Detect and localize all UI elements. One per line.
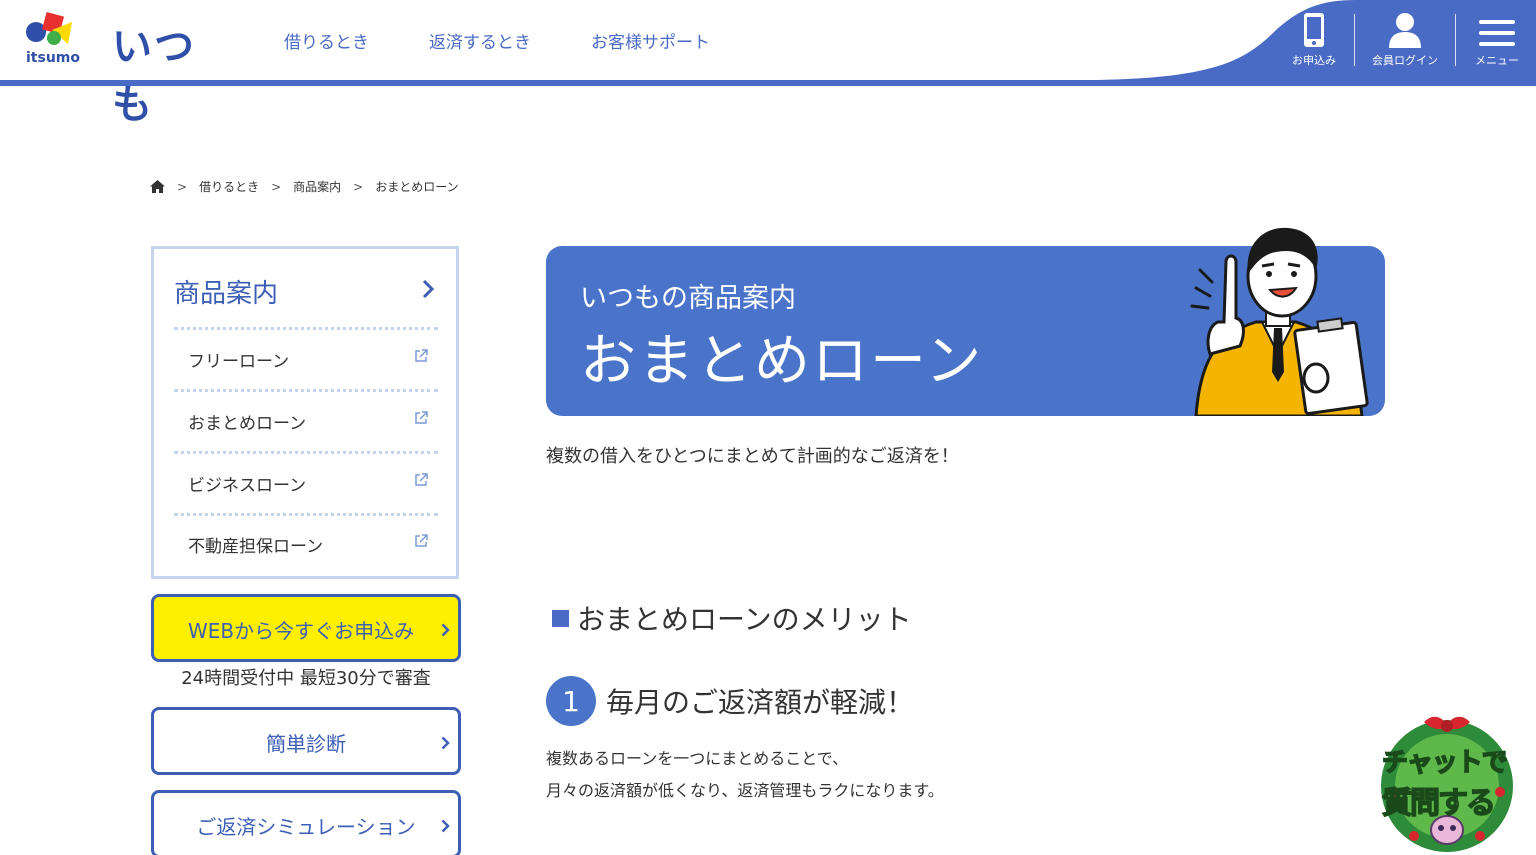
merit-point-title: 毎月のご返済額が軽減！ [606, 686, 915, 719]
sidebar-item-label: 不動産担保ローン [188, 537, 324, 557]
merit-point-number: 1 [546, 676, 596, 726]
sidebar-item-business-loan[interactable]: ビジネスローン [174, 453, 438, 513]
external-link-icon [415, 473, 428, 486]
smartphone-icon [1304, 13, 1324, 47]
apply-label: お申込み [1292, 54, 1336, 67]
header-bottom-bar [0, 80, 1536, 86]
simulation-label: ご返済シミュレーション [196, 815, 416, 839]
sidebar-product-menu: 商品案内 フリーローン おまとめローン ビジネスローン 不動産担保ローン [151, 246, 459, 579]
chevron-right-icon[interactable] [422, 279, 434, 299]
heading-square-icon [552, 609, 569, 627]
external-link-icon [415, 534, 428, 547]
merit-heading-text: おまとめローンのメリット [577, 603, 912, 636]
header-divider [1354, 14, 1355, 66]
site-logo[interactable]: itsumo いつも [24, 8, 234, 128]
breadcrumb-separator: > [271, 179, 282, 194]
breadcrumb-products[interactable]: 商品案内 [293, 178, 341, 195]
repayment-simulation-button[interactable]: ご返済シミュレーション [151, 790, 461, 855]
logo-subtext: itsumo [26, 50, 80, 66]
merit-description-line: 複数あるローンを一つにまとめることで、 [546, 749, 849, 768]
nav-support[interactable]: お客様サポート [591, 28, 710, 53]
nav-borrow[interactable]: 借りるとき [284, 28, 369, 53]
hero-banner: いつもの商品案内 おまとめローン [546, 227, 1385, 416]
merit-heading: おまとめローンのメリット [552, 598, 912, 638]
chevron-right-icon [441, 819, 450, 833]
hero-title: おまとめローン [580, 329, 984, 394]
login-button[interactable]: 会員ログイン [1360, 10, 1450, 70]
breadcrumb-borrow[interactable]: 借りるとき [199, 178, 259, 195]
breadcrumb-separator: > [177, 179, 188, 194]
sidebar-item-label: フリーローン [188, 352, 290, 372]
external-link-icon [415, 411, 428, 424]
person-icon [1389, 13, 1421, 48]
web-apply-note: 24時間受付中 最短30分で審査 [181, 668, 431, 689]
hero-subtitle: いつもの商品案内 [580, 283, 796, 314]
web-apply-label: WEBから今すぐお申込み [188, 619, 415, 643]
breadcrumb-separator: > [353, 179, 364, 194]
breadcrumb: > 借りるとき > 商品案内 > おまとめローン [150, 178, 459, 195]
sidebar-title[interactable]: 商品案内 [174, 273, 278, 310]
chat-question-button[interactable]: チャットで 質問する [1374, 712, 1520, 855]
site-header: itsumo いつも 借りるとき 返済するとき お客様サポート お申込み 会員ロ… [0, 0, 1536, 128]
home-icon[interactable] [150, 180, 165, 193]
merit-point: 1 毎月のご返済額が軽減！ [546, 676, 914, 726]
logo-shapes-icon [26, 11, 72, 45]
chevron-right-icon [441, 736, 450, 750]
external-link-icon [415, 349, 428, 362]
apply-button[interactable]: お申込み [1269, 10, 1359, 70]
chevron-right-icon [441, 623, 450, 637]
businessman-illustration [1190, 227, 1369, 416]
diagnosis-label: 簡単診断 [266, 732, 346, 756]
hamburger-icon [1479, 20, 1515, 46]
chat-line2: 質問する [1381, 785, 1497, 822]
sidebar-item-real-estate-loan[interactable]: 不動産担保ローン [174, 514, 438, 574]
login-label: 会員ログイン [1372, 54, 1438, 67]
menu-button[interactable]: メニュー [1452, 10, 1536, 70]
chat-line1: チャットで [1381, 747, 1508, 779]
lead-text: 複数の借入をひとつにまとめて計画的なご返済を！ [546, 446, 959, 467]
sidebar-item-consolidation-loan[interactable]: おまとめローン [174, 391, 438, 451]
sidebar-item-label: ビジネスローン [188, 476, 307, 496]
menu-label: メニュー [1475, 54, 1519, 67]
logo-text: いつも [112, 24, 196, 128]
sidebar-item-label: おまとめローン [188, 414, 307, 434]
diagnosis-button[interactable]: 簡単診断 [151, 707, 461, 775]
breadcrumb-current: おまとめローン [375, 180, 459, 194]
sidebar-item-free-loan[interactable]: フリーローン [174, 329, 438, 389]
nav-repay[interactable]: 返済するとき [429, 28, 531, 53]
main-nav: 借りるとき 返済するとき お客様サポート [284, 28, 710, 53]
merit-description-line: 月々の返済額が低くなり、返済管理もラクになります。 [546, 781, 944, 800]
web-apply-button[interactable]: WEBから今すぐお申込み [151, 594, 461, 662]
